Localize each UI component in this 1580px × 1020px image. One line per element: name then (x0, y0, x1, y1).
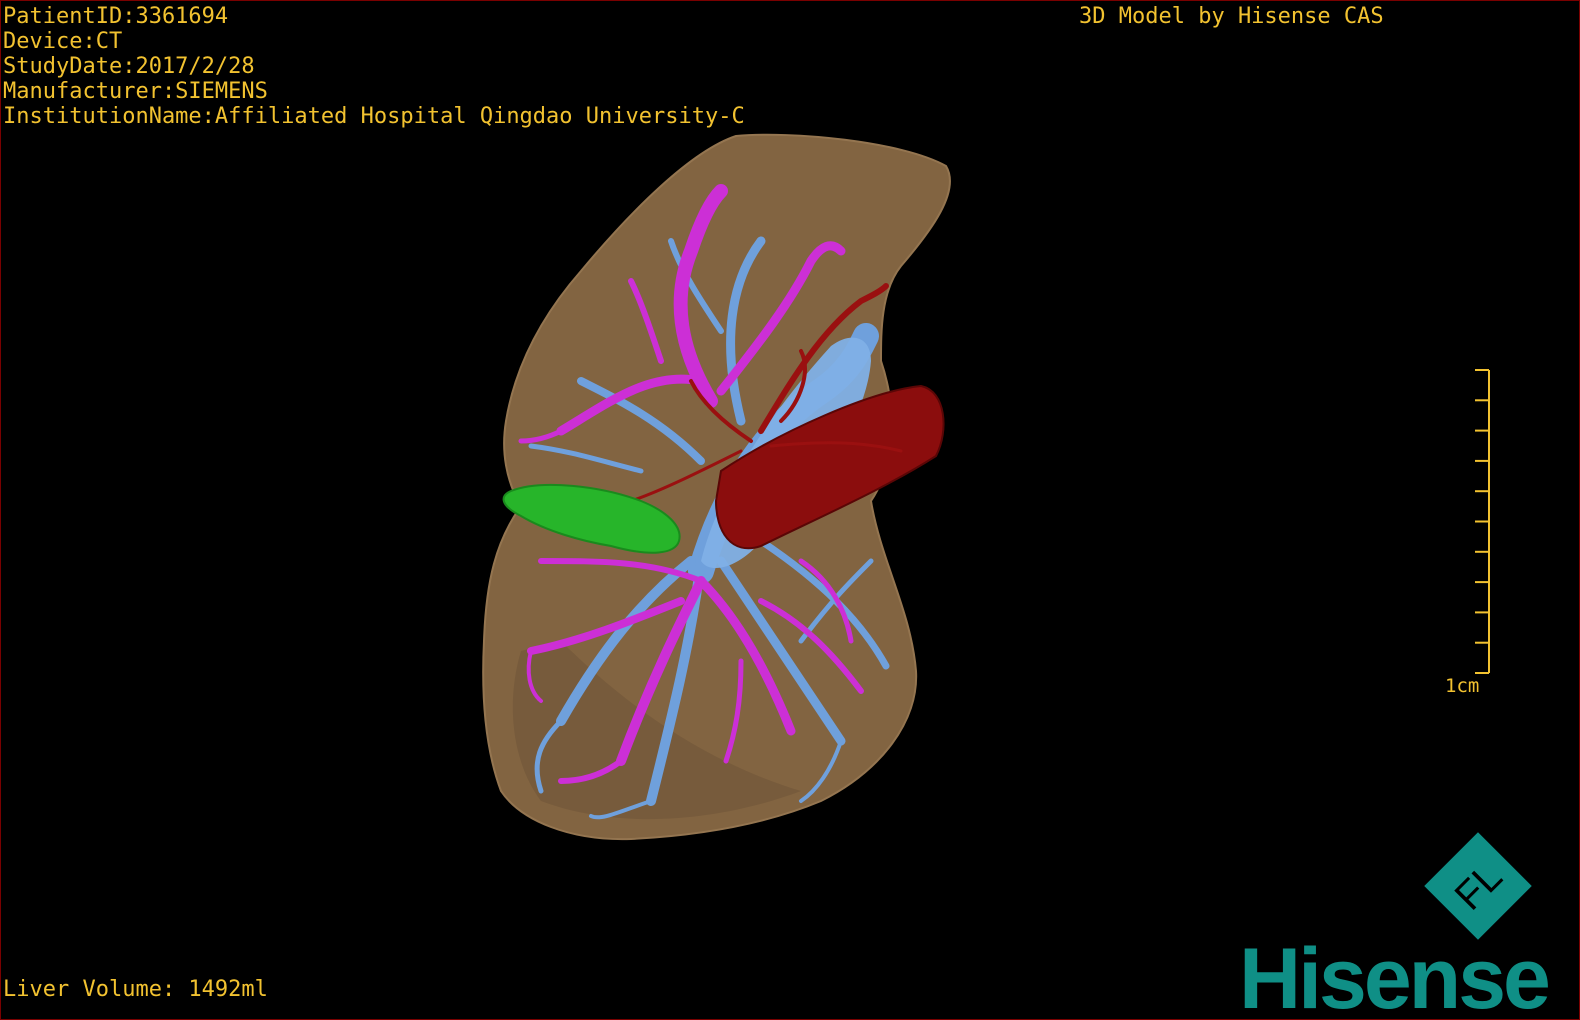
hisense-wordmark: Hisense (1239, 931, 1551, 1020)
study-date: StudyDate:2017/2/28 (3, 54, 255, 79)
hisense-logo: FL Hisense (1233, 831, 1573, 1019)
manufacturer: Manufacturer:SIEMENS (3, 79, 268, 104)
liver-volume: Liver Volume: 1492ml (3, 977, 268, 1002)
patient-id: PatientID:3361694 (3, 4, 229, 29)
scale-bar-label: 1cm (1445, 675, 1480, 697)
study-info: PatientID:3361694 Device:CT StudyDate:2017… (3, 4, 745, 129)
scale-bar (1475, 369, 1490, 674)
device: Device:CT (3, 29, 123, 54)
3d-viewport[interactable]: PatientID:3361694 Device:CT StudyDate:2017… (0, 0, 1580, 1020)
model-credit: 3D Model by Hisense CAS (1079, 4, 1384, 29)
institution-name: InstitutionName:Affiliated Hospital Qing… (3, 104, 745, 129)
